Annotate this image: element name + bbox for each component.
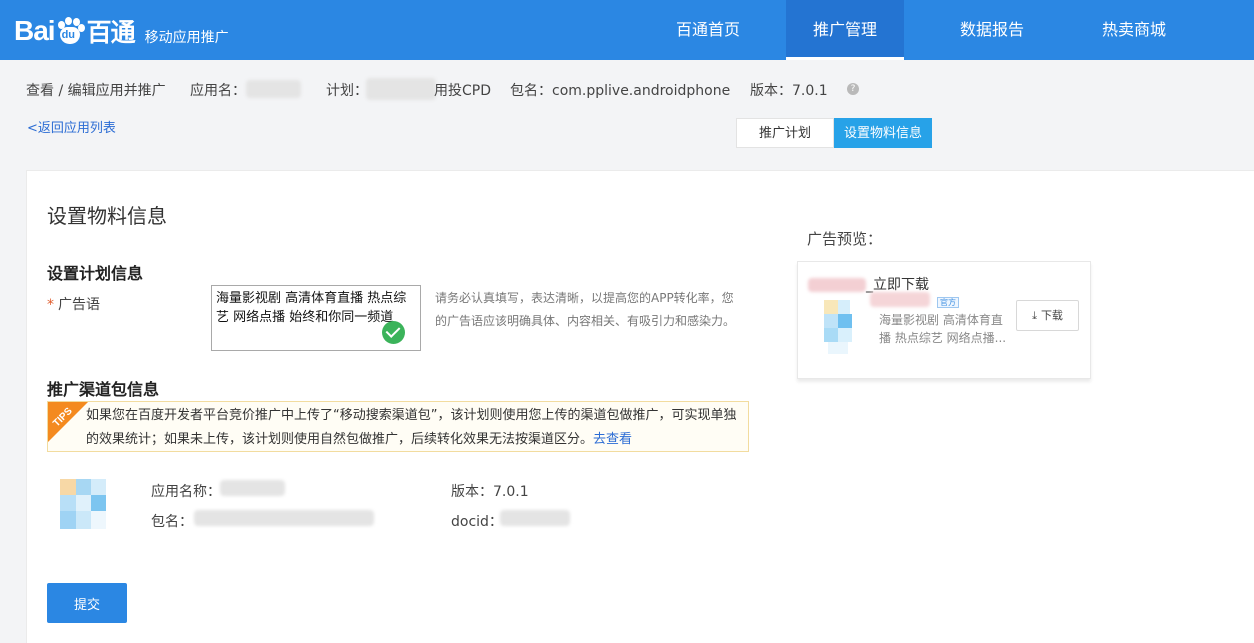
logo-text-du: du	[61, 29, 76, 41]
logo-wordmark: Bai du 百通	[14, 13, 136, 49]
required-marker: *	[47, 297, 54, 313]
ad-copy-label: * 广告语	[47, 294, 100, 314]
logo-text-baitong: 百通	[86, 18, 136, 47]
check-circle-icon	[382, 321, 405, 344]
preview-app-name-redacted	[808, 278, 866, 292]
ad-copy-label-text: 广告语	[58, 297, 100, 313]
preview-description: 海量影视剧 高清体育直播 热点综艺 网络点播...	[879, 313, 1007, 345]
tips-view-link[interactable]: 去查看	[593, 432, 632, 447]
nav-item-home[interactable]: 百通首页	[660, 0, 756, 60]
app-icon	[60, 479, 106, 529]
page-title: 设置物料信息	[47, 204, 167, 228]
preview-download-label: 下载	[1040, 309, 1063, 322]
plan-name-redacted	[366, 78, 436, 100]
logo-text-bai: Bai	[14, 15, 56, 46]
version-info: 版本：7.0.1	[750, 83, 828, 99]
back-to-app-list-link[interactable]: <返回应用列表	[27, 117, 116, 136]
plan-label: 计划：	[326, 83, 368, 99]
baidu-logo[interactable]: Bai du 百通 移动应用推广	[14, 8, 229, 54]
download-icon: ⤓	[1032, 309, 1037, 322]
nav-item-mall[interactable]: 热卖商城	[1086, 0, 1182, 60]
preview-download-button[interactable]: ⤓ 下载	[1016, 300, 1079, 331]
plan-suffix: 用投CPD	[434, 83, 491, 99]
docid-field-label: docid：	[451, 514, 503, 530]
ad-preview-title: 广告预览：	[807, 230, 883, 248]
nav-item-data-report[interactable]: 数据报告	[944, 0, 1040, 60]
app-name-label: 应用名：	[190, 83, 246, 99]
version-field: 版本：7.0.1	[451, 484, 529, 500]
preview-app-icon	[818, 300, 864, 356]
package-name: 包名：com.pplive.androidphone	[510, 83, 731, 99]
paw-icon: du	[56, 17, 85, 45]
top-navigation-bar: Bai du 百通 移动应用推广 百通首页 推广管理 数据报告 热卖商城	[0, 0, 1254, 60]
package-field-redacted	[194, 510, 374, 526]
docid-field-redacted	[500, 510, 570, 526]
nav-item-promotion-management[interactable]: 推广管理	[786, 0, 904, 60]
submit-button[interactable]: 提交	[47, 583, 127, 623]
app-name-redacted	[246, 80, 301, 98]
tips-text: 如果您在百度开发者平台竞价推广中上传了“移动搜索渠道包”，该计划则使用您上传的渠…	[86, 404, 746, 451]
breadcrumb: 查看 / 编辑应用并推广	[26, 83, 166, 99]
question-icon[interactable]: ?	[847, 83, 859, 95]
preview-heading-suffix: _立即下载	[866, 277, 929, 293]
channel-section-title: 推广渠道包信息	[47, 380, 160, 399]
step-tabs: 推广计划 设置物料信息	[736, 118, 933, 148]
app-name-field-redacted	[220, 480, 285, 496]
tab-promotion-plan[interactable]: 推广计划	[736, 118, 835, 148]
official-badge: 官方	[937, 297, 959, 308]
tips-message: 如果您在百度开发者平台竞价推广中上传了“移动搜索渠道包”，该计划则使用您上传的渠…	[86, 408, 737, 447]
preview-subtitle-redacted	[870, 292, 930, 307]
ad-copy-hint: 请务必认真填写，表达清晰，以提高您的APP转化率，您的广告语应该明确具体、内容相…	[435, 291, 736, 328]
tips-box: TIPS 如果您在百度开发者平台竞价推广中上传了“移动搜索渠道包”，该计划则使用…	[47, 401, 749, 452]
app-name-field-label: 应用名称：	[151, 484, 221, 500]
package-field-label: 包名：	[151, 514, 193, 530]
tab-material-info[interactable]: 设置物料信息	[834, 118, 933, 148]
plan-section-title: 设置计划信息	[47, 264, 144, 283]
logo-subtitle: 移动应用推广	[144, 30, 229, 46]
preview-heading: _立即下载	[808, 274, 929, 294]
